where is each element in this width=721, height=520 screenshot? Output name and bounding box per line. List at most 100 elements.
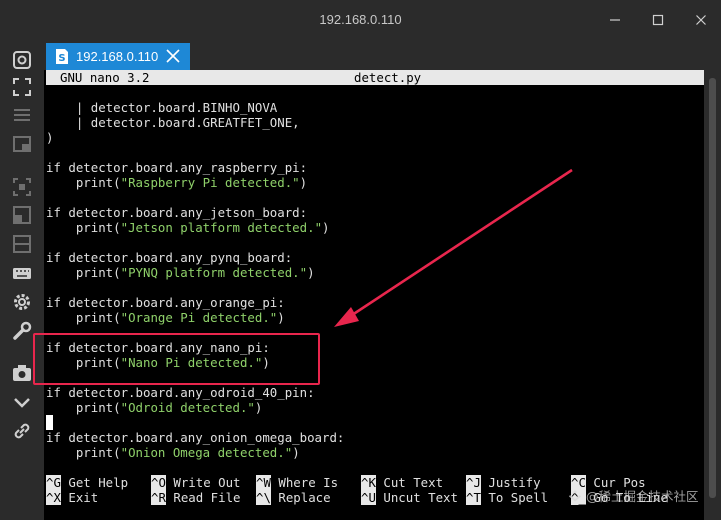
code-text: print(: [46, 400, 121, 415]
shortcut-label: Where Is: [270, 475, 339, 490]
code-line: if detector.board.any_jetson_board:: [46, 205, 307, 220]
code-line: ): [46, 130, 53, 145]
shortcut-key: ^X: [46, 490, 61, 505]
shortcut-item[interactable]: ^G Get Help: [46, 475, 128, 490]
code-string: "PYNQ platform detected.": [120, 265, 308, 280]
maximize-button[interactable]: [645, 8, 671, 32]
terminal-session-icon: S: [56, 49, 68, 64]
code-line: if detector.board.any_pynq_board:: [46, 250, 292, 265]
shortcut-label: Uncut Text: [375, 490, 458, 505]
layout-icon[interactable]: [11, 233, 33, 255]
shortcut-item[interactable]: ^T To Spell: [466, 490, 548, 505]
nano-header: GNU nano 3.2 detect.py: [46, 70, 704, 85]
target-icon[interactable]: [11, 49, 33, 71]
code-line: print("Orange Pi detected."): [46, 310, 285, 325]
window-titlebar: 192.168.0.110: [0, 0, 721, 40]
wrench-icon[interactable]: [11, 320, 33, 342]
close-tab-icon[interactable]: [164, 47, 182, 65]
highlight-box: [33, 333, 320, 385]
shortcut-item[interactable]: ^X Exit: [46, 490, 98, 505]
nano-version: GNU nano 3.2: [60, 70, 150, 85]
code-text: if detector.board.any_odroid_40_pin:: [46, 385, 315, 400]
code-line: | detector.board.GREATFET_ONE,: [46, 115, 300, 130]
shortcut-key: ^K: [361, 475, 376, 490]
code-text: if detector.board.any_jetson_board:: [46, 205, 308, 220]
camera-icon[interactable]: [11, 362, 33, 384]
keyboard-icon[interactable]: [11, 262, 33, 284]
settings-icon[interactable]: [11, 291, 33, 313]
watermark-text: @稀土掘金技术社区: [585, 489, 699, 504]
link-icon[interactable]: [11, 420, 33, 442]
code-text: print(: [46, 220, 121, 235]
shortcut-label: Cut Text: [375, 475, 444, 490]
code-line: print("Jetson platform detected."): [46, 220, 330, 235]
shortcut-label: Replace: [270, 490, 331, 505]
shortcut-key: ^\: [256, 490, 271, 505]
code-text: ): [322, 220, 330, 235]
shortcut-item[interactable]: ^J Justify: [466, 475, 541, 490]
code-line: | detector.board.BINHO_NOVA: [46, 100, 277, 115]
resize-icon[interactable]: [11, 204, 33, 226]
code-line: print("Odroid detected."): [46, 400, 263, 415]
toolbar-sidebar: [0, 40, 44, 520]
shortcut-key: ^U: [361, 490, 376, 505]
shortcut-label: Exit: [60, 490, 99, 505]
code-text: if detector.board.any_raspberry_pi:: [46, 160, 308, 175]
code-line: if detector.board.any_odroid_40_pin:: [46, 385, 315, 400]
code-text: | detector.board.BINHO_NOVA: [46, 100, 278, 115]
select-icon[interactable]: [11, 176, 33, 198]
shortcut-key: ^G: [46, 475, 61, 490]
code-text: ): [254, 400, 263, 415]
shortcut-item[interactable]: ^K Cut Text: [361, 475, 443, 490]
code-text: print(: [46, 445, 121, 460]
shortcut-item[interactable]: ^\ Replace: [256, 490, 331, 505]
shortcut-key: ^R: [151, 490, 166, 505]
code-line: if detector.board.any_raspberry_pi:: [46, 160, 307, 175]
minimize-icon: [610, 19, 620, 21]
code-text: print(: [46, 265, 121, 280]
svg-text:S: S: [58, 53, 65, 64]
close-icon: [696, 15, 706, 25]
code-string: "Raspberry Pi detected.": [120, 175, 300, 190]
scrollbar-thumb[interactable]: [709, 78, 716, 498]
code-text: print(: [46, 175, 121, 190]
code-line: print("Onion Omega detected."): [46, 445, 300, 460]
shortcut-item[interactable]: ^R Read File: [151, 490, 241, 505]
menu-icon[interactable]: [11, 104, 33, 126]
shortcut-label: Write Out: [165, 475, 241, 490]
code-string: "Orange Pi detected.": [120, 310, 278, 325]
shortcut-item[interactable]: ^O Write Out: [151, 475, 241, 490]
shortcut-item[interactable]: ^U Uncut Text: [361, 490, 458, 505]
minimize-button[interactable]: [602, 8, 628, 32]
tab-session[interactable]: S 192.168.0.110: [46, 43, 190, 70]
nano-filename: detect.py: [354, 70, 422, 85]
text-cursor: [46, 415, 53, 430]
shortcut-item[interactable]: ^W Where Is: [256, 475, 338, 490]
shortcut-key: ^T: [466, 490, 481, 505]
code-string: "Jetson platform detected.": [120, 220, 323, 235]
code-text: if detector.board.any_onion_omega_board:: [46, 430, 345, 445]
code-text: if detector.board.any_pynq_board:: [46, 250, 293, 265]
code-string: "Onion Omega detected.": [120, 445, 293, 460]
shortcut-key: ^J: [466, 475, 481, 490]
code-line: print("Raspberry Pi detected."): [46, 175, 307, 190]
shortcut-key: ^O: [151, 475, 166, 490]
shortcut-label: Read File: [165, 490, 241, 505]
shortcut-key: ^W: [256, 475, 271, 490]
code-string: "Odroid detected.": [120, 400, 255, 415]
tab-label: 192.168.0.110: [76, 49, 159, 64]
maximize-icon: [652, 14, 664, 26]
chevron-down-icon[interactable]: [11, 391, 33, 413]
code-text: | detector.board.GREATFET_ONE,: [46, 115, 300, 130]
shortcut-label: Get Help: [60, 475, 129, 490]
window-icon[interactable]: [11, 133, 33, 155]
terminal-screen[interactable]: GNU nano 3.2 detect.py | detector.board.…: [44, 70, 704, 520]
code-text: print(: [46, 310, 121, 325]
code-text: ): [46, 130, 54, 145]
watermark: @稀土掘金技术社区: [568, 486, 718, 504]
code-text: ): [307, 265, 315, 280]
fullscreen-icon[interactable]: [11, 76, 33, 98]
juejin-logo-icon: [569, 490, 581, 502]
code-text: ): [277, 310, 285, 325]
close-window-button[interactable]: [688, 8, 714, 32]
